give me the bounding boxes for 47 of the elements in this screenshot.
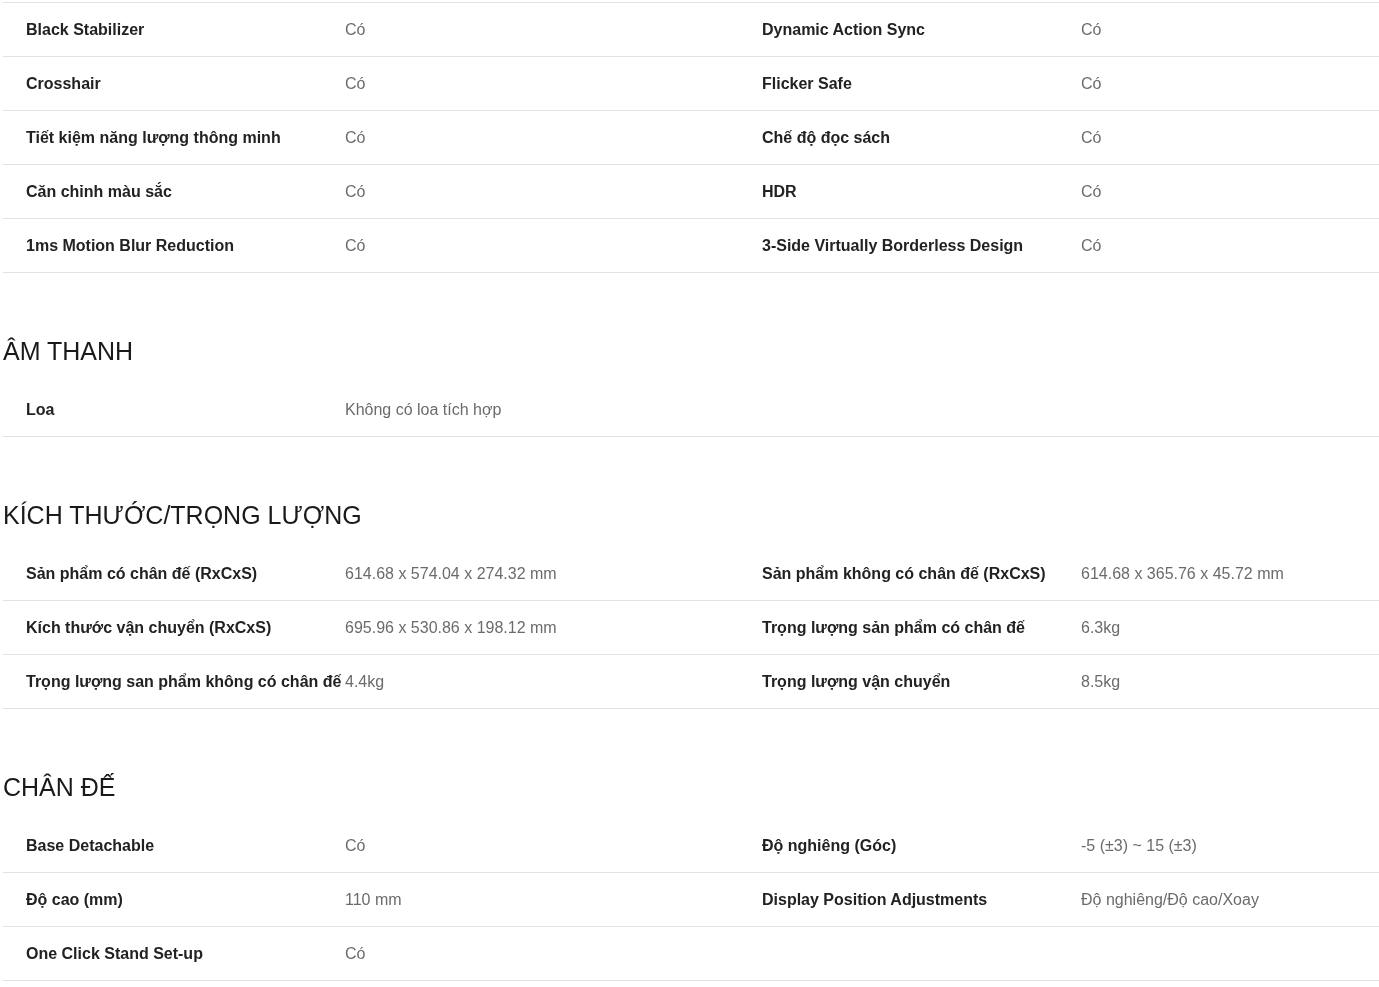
- spec-label: One Click Stand Set-up: [26, 944, 204, 963]
- spec-value: Có: [345, 182, 367, 201]
- spec-value: Có: [1081, 20, 1103, 39]
- spec-value: Có: [1081, 74, 1103, 93]
- spec-label: Độ nghiêng (Góc): [762, 836, 898, 855]
- spec-value: Có: [345, 236, 367, 255]
- spec-label: 1ms Motion Blur Reduction: [26, 236, 235, 255]
- spec-value: 614.68 x 574.04 x 274.32 mm: [345, 564, 558, 583]
- spec-value: 695.96 x 530.86 x 198.12 mm: [345, 618, 558, 637]
- section-heading: KÍCH THƯỚC/TRỌNG LƯỢNG: [3, 500, 363, 531]
- spec-label: Crosshair: [26, 74, 102, 93]
- spec-label: Trọng lượng sản phẩm có chân đế: [762, 618, 1026, 637]
- spec-value: Không có loa tích hợp: [345, 400, 503, 419]
- spec-label: Trọng lượng san phẩm không có chân đế: [26, 672, 343, 691]
- spec-value: Có: [345, 20, 367, 39]
- spec-label: HDR: [762, 182, 798, 201]
- spec-value: 8.5kg: [1081, 672, 1122, 691]
- spec-value: Có: [345, 74, 367, 93]
- spec-label: Chế độ đọc sách: [762, 128, 892, 147]
- spec-label: Dynamic Action Sync: [762, 20, 926, 39]
- spec-label: 3-Side Virtually Borderless Design: [762, 236, 1025, 255]
- spec-label: Kích thước vận chuyển (RxCxS): [26, 618, 273, 637]
- spec-label: Trọng lượng vận chuyển: [762, 672, 952, 691]
- spec-label: Base Detachable: [26, 836, 156, 855]
- spec-value: Có: [345, 836, 367, 855]
- spec-value: 110 mm: [345, 890, 403, 909]
- spec-value: Có: [345, 944, 367, 963]
- section-heading: CHÂN ĐẾ: [3, 772, 117, 803]
- spec-label: Tiết kiệm năng lượng thông minh: [26, 128, 282, 147]
- spec-value: Có: [1081, 236, 1103, 255]
- spec-label: Flicker Safe: [762, 74, 853, 93]
- spec-value: 6.3kg: [1081, 618, 1122, 637]
- spec-value: Có: [1081, 128, 1103, 147]
- spec-value: 614.68 x 365.76 x 45.72 mm: [1081, 564, 1285, 583]
- spec-value: Có: [1081, 182, 1103, 201]
- spec-label: Loa: [26, 400, 56, 419]
- spec-label: Sản phẩm không có chân đế (RxCxS): [762, 564, 1047, 583]
- spec-value: 4.4kg: [345, 672, 386, 691]
- spec-label: Sản phẩm có chân đế (RxCxS): [26, 564, 259, 583]
- spec-label: Căn chỉnh màu sắc: [26, 182, 173, 201]
- spec-value: Có: [345, 128, 367, 147]
- section-heading: ÂM THANH: [3, 336, 135, 367]
- spec-label: Độ cao (mm): [26, 890, 124, 909]
- spec-value: -5 (±3) ~ 15 (±3): [1081, 836, 1198, 855]
- spec-value: Độ nghiêng/Độ cao/Xoay: [1081, 890, 1260, 909]
- spec-label: Black Stabilizer: [26, 20, 146, 39]
- spec-label: Display Position Adjustments: [762, 890, 989, 909]
